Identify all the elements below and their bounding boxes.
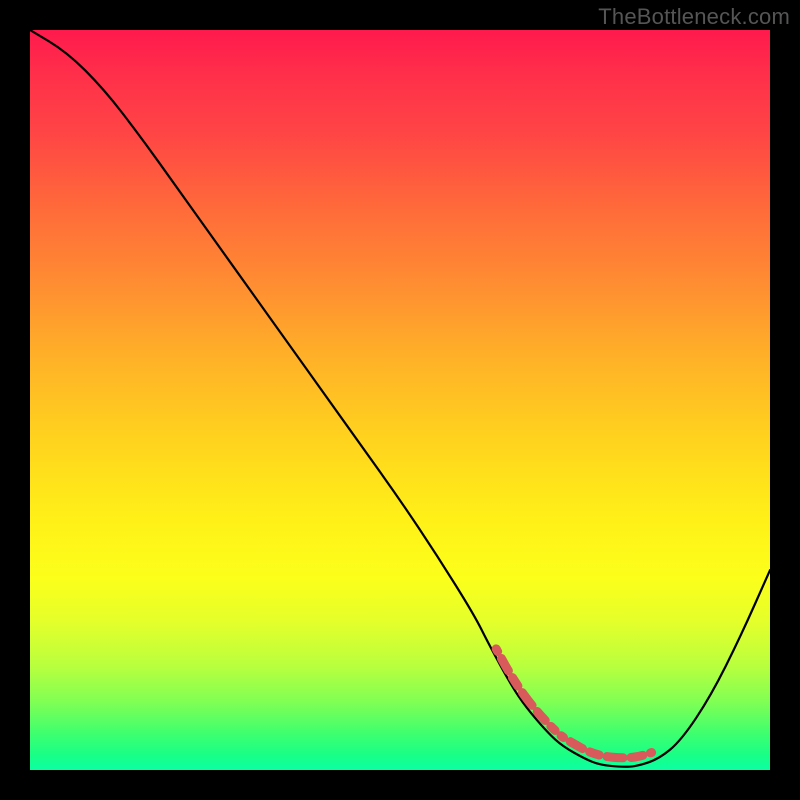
- highlight-segment: [496, 649, 651, 758]
- plot-area: [30, 30, 770, 770]
- watermark-text: TheBottleneck.com: [598, 4, 790, 30]
- chart-frame: TheBottleneck.com: [0, 0, 800, 800]
- bottleneck-curve: [30, 30, 770, 767]
- curve-svg: [30, 30, 770, 770]
